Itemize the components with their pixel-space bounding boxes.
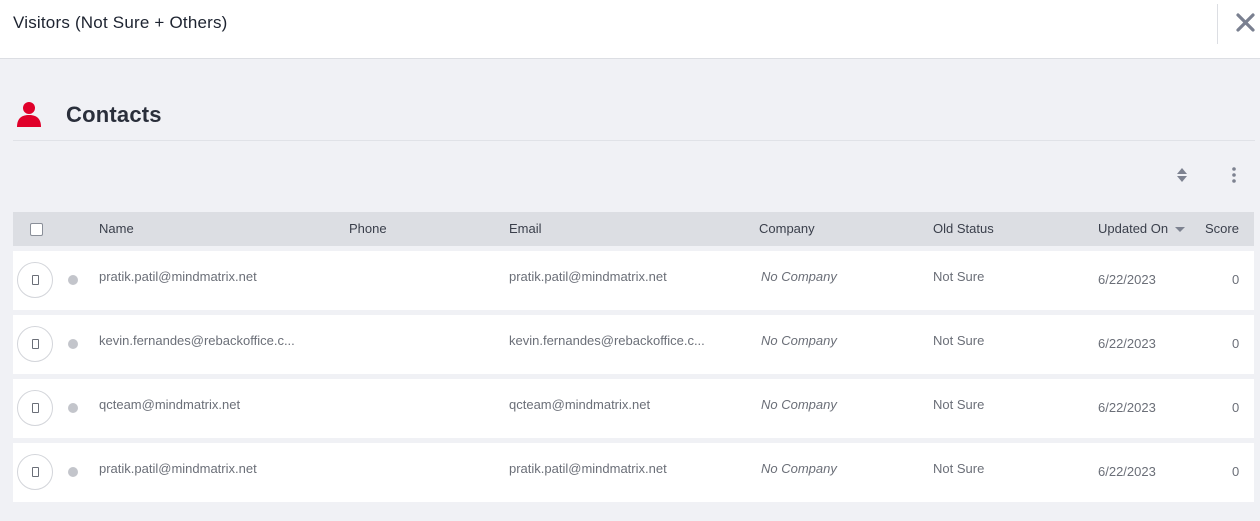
row-select-button[interactable]	[17, 262, 53, 298]
table-row: qcteam@mindmatrix.net qcteam@mindmatrix.…	[13, 379, 1254, 438]
status-dot	[68, 339, 78, 349]
contact-name[interactable]: pratik.patil@mindmatrix.net	[99, 269, 257, 284]
table-row: kevin.fernandes@rebackoffice.c... kevin.…	[13, 315, 1254, 374]
dialog-title: Visitors (Not Sure + Others)	[13, 13, 228, 32]
section-title: Contacts	[66, 102, 162, 127]
contact-updated-on: 6/22/2023	[1098, 336, 1156, 351]
status-dot	[68, 403, 78, 413]
status-dot	[68, 275, 78, 285]
close-icon	[1236, 13, 1255, 32]
contact-email: kevin.fernandes@rebackoffice.c...	[509, 333, 705, 348]
sort-button[interactable]	[1174, 166, 1190, 184]
column-header-score[interactable]: Score	[1205, 221, 1239, 236]
table-row: pratik.patil@mindmatrix.net pratik.patil…	[13, 443, 1254, 502]
column-header-updated-on-label: Updated On	[1098, 221, 1169, 236]
row-select-button[interactable]	[17, 454, 53, 490]
contact-score: 0	[1232, 400, 1240, 415]
column-header-phone[interactable]: Phone	[349, 221, 387, 236]
contact-name[interactable]: qcteam@mindmatrix.net	[99, 397, 240, 412]
column-header-old-status[interactable]: Old Status	[933, 221, 994, 236]
contact-old-status: Not Sure	[933, 269, 985, 284]
contact-updated-on: 6/22/2023	[1098, 272, 1156, 287]
row-select-button[interactable]	[17, 390, 53, 426]
contact-company: No Company	[761, 461, 837, 476]
row-select-icon	[32, 403, 39, 413]
close-button[interactable]	[1233, 10, 1259, 36]
column-header-name[interactable]: Name	[99, 221, 134, 236]
contact-name[interactable]: pratik.patil@mindmatrix.net	[99, 461, 257, 476]
row-select-button[interactable]	[17, 326, 53, 362]
person-icon	[17, 102, 41, 127]
sort-desc-icon	[1175, 227, 1186, 233]
table-row: pratik.patil@mindmatrix.net pratik.patil…	[13, 251, 1254, 310]
table-header: Name Phone Email Company Old Status Upda…	[13, 212, 1254, 246]
contact-score: 0	[1232, 464, 1240, 479]
column-header-email[interactable]: Email	[509, 221, 542, 236]
more-options-button[interactable]	[1228, 166, 1240, 184]
row-select-icon	[32, 467, 39, 477]
contact-updated-on: 6/22/2023	[1098, 464, 1156, 479]
column-header-company[interactable]: Company	[759, 221, 815, 236]
contact-old-status: Not Sure	[933, 333, 985, 348]
contact-old-status: Not Sure	[933, 397, 985, 412]
dialog-header: Visitors (Not Sure + Others)	[0, 0, 1260, 59]
contacts-table: Name Phone Email Company Old Status Upda…	[13, 212, 1254, 502]
status-dot	[68, 467, 78, 477]
row-select-icon	[32, 275, 39, 285]
select-all-checkbox[interactable]	[30, 223, 43, 236]
sort-icon	[1177, 168, 1187, 182]
contact-company: No Company	[761, 269, 837, 284]
contact-updated-on: 6/22/2023	[1098, 400, 1156, 415]
contact-score: 0	[1232, 336, 1240, 351]
contact-company: No Company	[761, 333, 837, 348]
contacts-section-header: Contacts	[13, 96, 1255, 141]
contact-company: No Company	[761, 397, 837, 412]
contact-email: qcteam@mindmatrix.net	[509, 397, 651, 412]
contact-old-status: Not Sure	[933, 461, 985, 476]
contact-name[interactable]: kevin.fernandes@rebackoffice.c...	[99, 333, 295, 348]
contact-score: 0	[1232, 272, 1240, 287]
more-vertical-icon	[1232, 167, 1236, 183]
column-header-updated-on[interactable]: Updated On	[1098, 221, 1186, 236]
contact-email: pratik.patil@mindmatrix.net	[509, 269, 667, 284]
row-select-icon	[32, 339, 39, 349]
contact-email: pratik.patil@mindmatrix.net	[509, 461, 667, 476]
header-divider	[1217, 4, 1218, 44]
